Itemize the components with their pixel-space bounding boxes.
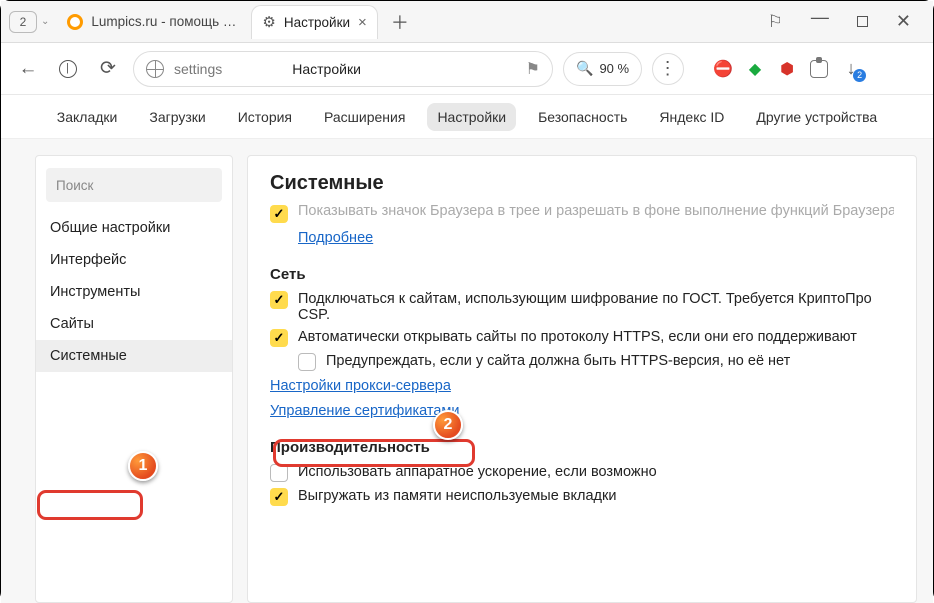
sidebar-item-interface[interactable]: Интерфейс [36,244,232,276]
link-proxy-settings[interactable]: Настройки прокси-сервера [270,378,451,394]
link-manage-certificates[interactable]: Управление сертификатами [270,403,459,419]
option-https-warn-label: Предупреждать, если у сайта должна быть … [326,353,790,369]
security-shield-icon[interactable]: ⬢ [776,58,798,80]
tab-title: Настройки [284,15,350,30]
extensions-button[interactable] [808,58,830,80]
link-more[interactable]: Подробнее [298,230,373,246]
navtab-other-devices[interactable]: Другие устройства [746,103,887,131]
gear-icon: ⚙ [262,15,275,30]
back-button[interactable]: ← [13,54,43,84]
downloads-button[interactable]: ↓ 2 [840,58,862,80]
option-hw-accel-label: Использовать аппаратное ускорение, если … [298,464,657,480]
protect-shield-icon[interactable]: ◆ [744,58,766,80]
annotation-callout-2: 2 [433,410,463,440]
checkbox-https-warn[interactable] [298,353,316,371]
yandex-services-button[interactable]: | [53,54,83,84]
checkbox-unload-tabs[interactable]: ✓ [270,488,288,506]
address-keyword: settings [174,61,222,77]
navtab-history[interactable]: История [228,103,302,131]
checkbox-tray-icon[interactable]: ✓ [270,205,288,223]
checkbox-hw-accel[interactable] [270,464,288,482]
sidebar-item-sites[interactable]: Сайты [36,308,232,340]
bookmark-icon[interactable]: ⚑ [526,59,540,79]
zoom-indicator[interactable]: 🔍 90 % [563,52,642,86]
tab-settings[interactable]: ⚙ Настройки × [251,5,377,39]
globe-icon [146,60,164,78]
sidebar-item-system[interactable]: Системные [36,340,232,372]
new-tab-button[interactable]: ＋ [388,10,412,34]
reload-button[interactable]: ⟳ [93,54,123,84]
settings-nav-tabs: Закладки Загрузки История Расширения Нас… [1,95,933,139]
section-heading-system: Системные [270,172,894,195]
address-bar[interactable]: settings Настройки ⚑ [133,51,553,87]
downloads-badge: 2 [853,69,866,82]
tab-title: Lumpics.ru - помощь с ко [91,14,241,29]
page-title-in-omnibox: Настройки [292,61,361,77]
navtab-downloads[interactable]: Загрузки [139,103,215,131]
settings-sidebar: Поиск Общие настройки Интерфейс Инструме… [35,155,233,603]
option-gost-label: Подключаться к сайтам, использующим шифр… [298,291,894,323]
reader-mode-icon[interactable]: ⚐ [768,12,783,32]
window-list-chevron-icon[interactable]: ⌄ [41,16,49,27]
option-https-auto-label: Автоматически открывать сайты по протоко… [298,329,857,345]
close-tab-icon[interactable]: × [358,14,367,31]
zoom-value: 90 % [599,61,629,76]
close-window-button[interactable]: ✕ [896,11,911,32]
section-heading-network: Сеть [270,266,894,283]
checkbox-gost[interactable]: ✓ [270,291,288,309]
settings-search-input[interactable]: Поиск [46,168,222,202]
window-count-badge[interactable]: 2 [9,11,37,33]
navtab-security[interactable]: Безопасность [528,103,637,131]
tab-lumpics[interactable]: Lumpics.ru - помощь с ко [57,5,251,39]
section-heading-performance: Производительность [270,439,894,456]
menu-button[interactable]: ⋮ [652,53,684,85]
checkbox-https-auto[interactable]: ✓ [270,329,288,347]
tab-strip: 2 ⌄ Lumpics.ru - помощь с ко ⚙ Настройки… [1,1,933,43]
sidebar-item-general[interactable]: Общие настройки [36,212,232,244]
browser-toolbar: ← | ⟳ settings Настройки ⚑ 🔍 90 % ⋮ ⛔ ◆ … [1,43,933,95]
navtab-bookmarks[interactable]: Закладки [47,103,128,131]
option-tray-label: Показывать значок Браузера в трее и разр… [298,203,894,219]
settings-main: Поиск Общие настройки Интерфейс Инструме… [1,139,933,603]
option-unload-tabs-label: Выгружать из памяти неиспользуемые вклад… [298,488,616,504]
navtab-settings[interactable]: Настройки [427,103,516,131]
window-controls: ⚐ — ✕ [768,11,925,32]
adblock-icon[interactable]: ⛔ [712,58,734,80]
lumpics-favicon-icon [67,14,83,30]
navtab-yandex-id[interactable]: Яндекс ID [649,103,734,131]
magnifier-icon: 🔍 [576,60,593,77]
navtab-extensions[interactable]: Расширения [314,103,415,131]
settings-content: Системные ✓ Показывать значок Браузера в… [247,155,917,603]
sidebar-item-tools[interactable]: Инструменты [36,276,232,308]
annotation-callout-1: 1 [128,451,158,481]
maximize-button[interactable] [857,16,868,27]
minimize-button[interactable]: — [811,7,829,28]
